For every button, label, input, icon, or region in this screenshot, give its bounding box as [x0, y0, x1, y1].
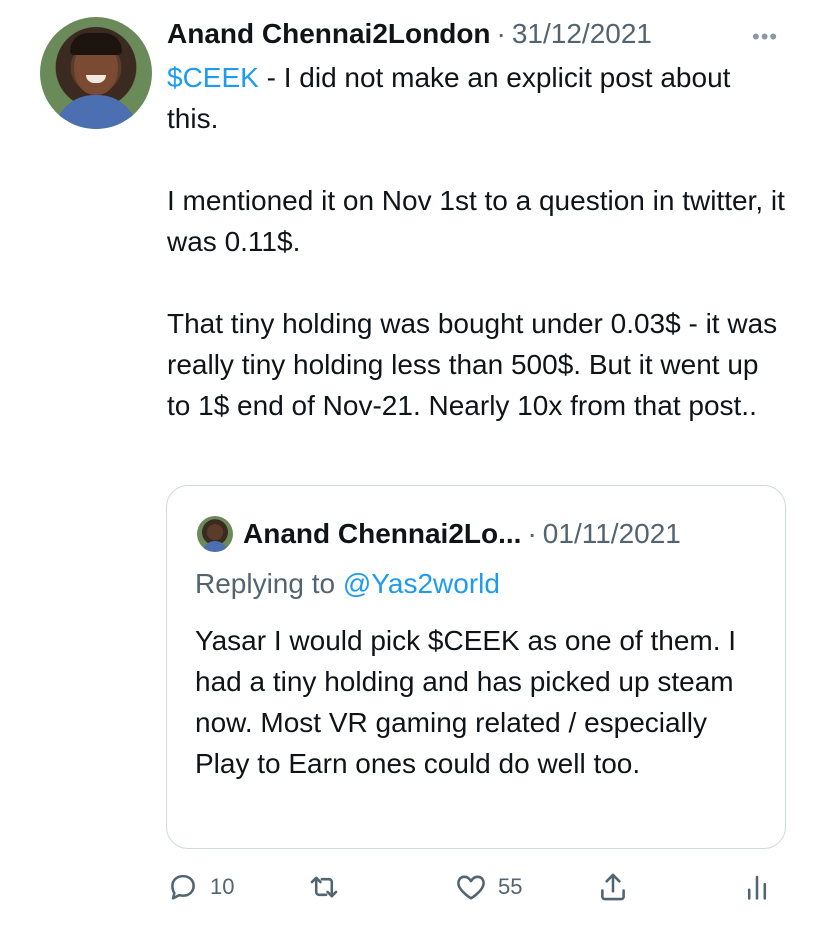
- retweet-button[interactable]: [306, 862, 342, 912]
- like-count: 55: [498, 874, 523, 899]
- cashtag-link[interactable]: $CEEK: [167, 62, 259, 93]
- reply-count: 10: [210, 874, 235, 899]
- quoted-avatar-shirt: [202, 541, 228, 552]
- like-icon: [454, 870, 488, 904]
- replying-prefix: Replying to: [195, 568, 343, 599]
- action-bar: 10 55: [0, 862, 828, 912]
- analytics-button[interactable]: [740, 862, 774, 912]
- author-avatar[interactable]: [40, 17, 152, 129]
- more-icon[interactable]: •••: [752, 24, 778, 50]
- quoted-header-separator: ·: [527, 518, 537, 549]
- replying-to: Replying to @Yas2world: [195, 568, 500, 600]
- reply-icon: [166, 870, 200, 904]
- avatar-hair: [70, 33, 122, 55]
- like-button[interactable]: 55: [454, 862, 522, 912]
- tweet-text: $CEEK - I did not make an explicit post …: [167, 57, 787, 426]
- quoted-tweet[interactable]: Anand Chennai2Lo... · 01/11/2021 Replyin…: [166, 485, 786, 849]
- header-separator: ·: [496, 18, 506, 49]
- mention-link[interactable]: @Yas2world: [343, 568, 500, 599]
- share-icon: [596, 870, 630, 904]
- tweet-paragraph-2: I mentioned it on Nov 1st to a question …: [167, 185, 785, 257]
- quoted-tweet-text: Yasar I would pick $CEEK as one of them.…: [195, 625, 737, 779]
- analytics-icon: [740, 870, 774, 904]
- quoted-author-avatar: [197, 516, 233, 552]
- retweet-icon: [306, 870, 342, 904]
- tweet-paragraph-1: $CEEK - I did not make an explicit post …: [167, 57, 787, 139]
- avatar-shirt: [54, 95, 138, 129]
- tweet-paragraph-3: That tiny holding was bought under 0.03$…: [167, 308, 778, 421]
- share-button[interactable]: [596, 862, 630, 912]
- reply-button[interactable]: 10: [166, 862, 234, 912]
- quoted-tweet-header: Anand Chennai2Lo... · 01/11/2021: [243, 514, 681, 554]
- author-name[interactable]: Anand Chennai2London: [167, 18, 491, 50]
- quoted-tweet-date: 01/11/2021: [542, 518, 681, 549]
- tweet-header: Anand Chennai2London · 31/12/2021: [167, 14, 652, 54]
- quoted-author-name: Anand Chennai2Lo...: [243, 518, 522, 549]
- tweet-date[interactable]: 31/12/2021: [512, 18, 652, 50]
